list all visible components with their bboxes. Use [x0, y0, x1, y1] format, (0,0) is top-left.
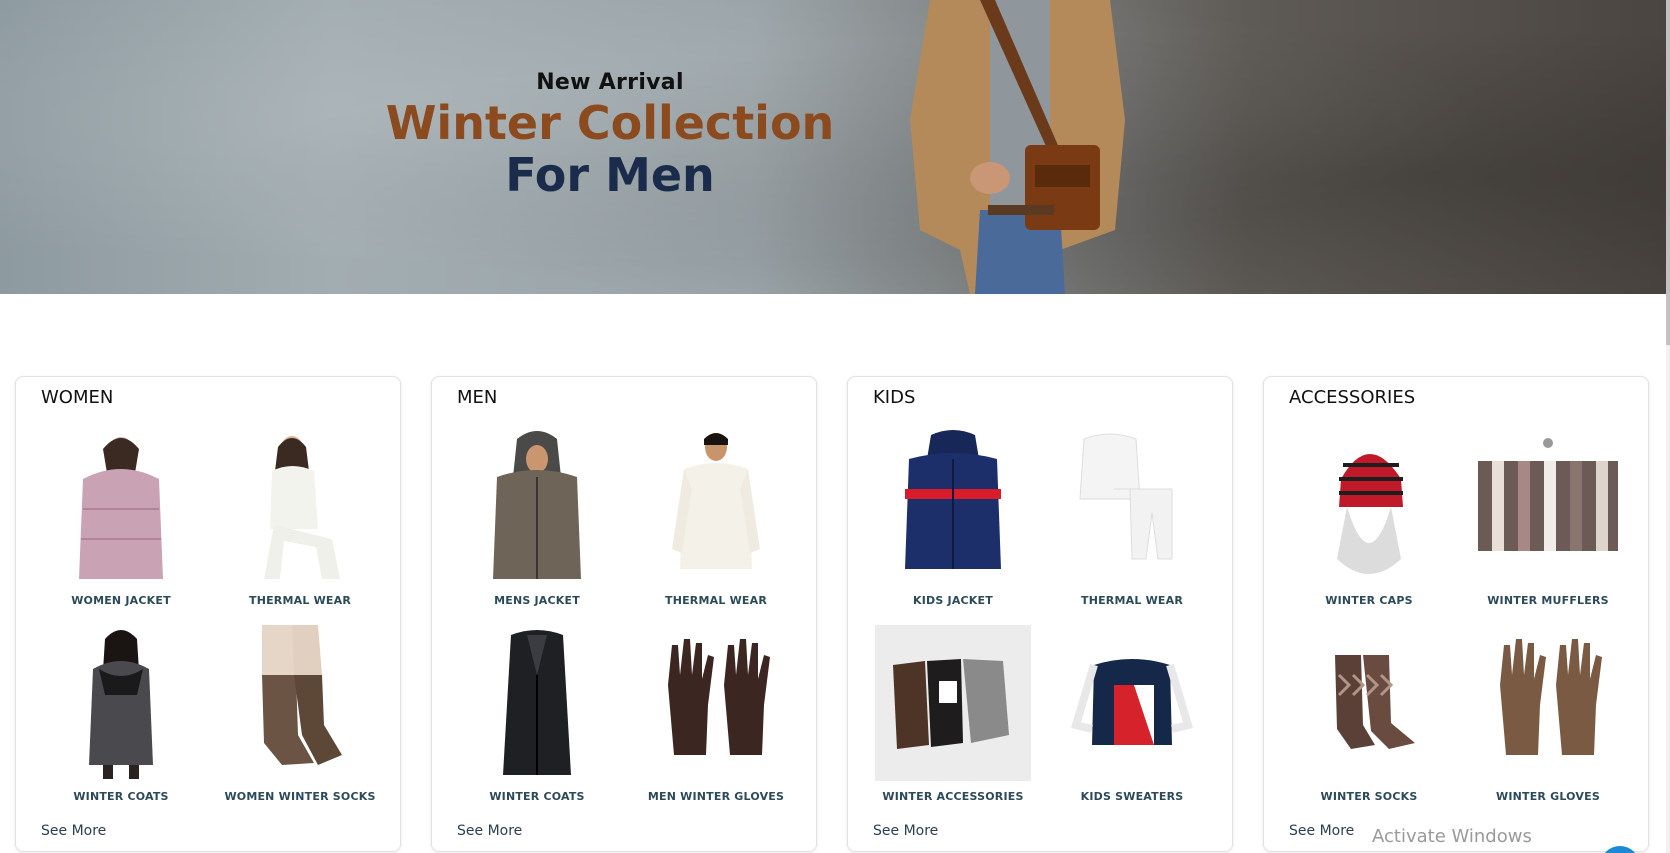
hero-title: Winter Collection: [385, 96, 835, 150]
scrollbar-thumb[interactable]: [1666, 0, 1670, 345]
see-more-link[interactable]: See More: [873, 823, 938, 839]
category-item-winter-mufflers[interactable]: WINTER MUFFLERS: [1463, 429, 1633, 607]
item-label: WINTER ACCESSORIES: [882, 790, 1024, 803]
item-label: WINTER CAPS: [1325, 594, 1413, 607]
item-label: WOMEN JACKET: [71, 594, 171, 607]
gloves-image: [668, 639, 770, 755]
category-item-men-winter-gloves[interactable]: MEN WINTER GLOVES: [631, 625, 801, 803]
hero-text: New Arrival Winter Collection For Men: [380, 70, 840, 201]
category-item-winter-coats[interactable]: WINTER COATS: [36, 625, 206, 803]
kids-jacket-image: [905, 430, 1001, 569]
card-women: WOMEN WOMEN JACKET THERMAL WEAR WINTER C…: [15, 376, 401, 852]
card-title: WOMEN: [41, 387, 114, 408]
socks-image: [1335, 655, 1415, 749]
card-title: MEN: [457, 387, 498, 408]
hero-title-line3: For Men: [505, 148, 715, 202]
activate-windows-watermark: Activate Windows: [1372, 826, 1532, 847]
winter-accessories-image: [875, 625, 1031, 781]
socks-image: [262, 625, 342, 765]
category-item-winter-socks[interactable]: WINTER SOCKS: [1284, 625, 1454, 803]
category-item-kids-sweaters[interactable]: KIDS SWEATERS: [1047, 625, 1217, 803]
sweater-image: [1070, 659, 1194, 745]
item-label: KIDS JACKET: [913, 594, 993, 607]
mens-jacket-image: [493, 431, 581, 579]
item-label: MENS JACKET: [494, 594, 580, 607]
category-item-women-jacket[interactable]: WOMEN JACKET: [36, 429, 206, 607]
category-item-kids-jacket[interactable]: KIDS JACKET: [868, 429, 1038, 607]
winter-coat-image: [89, 630, 153, 779]
model-image: [910, 0, 1125, 294]
category-item-thermal-wear[interactable]: THERMAL WEAR: [631, 429, 801, 607]
item-label: KIDS SWEATERS: [1080, 790, 1184, 803]
category-item-thermal-wear[interactable]: THERMAL WEAR: [1047, 429, 1217, 607]
item-label: WOMEN WINTER SOCKS: [224, 790, 376, 803]
gloves-image: [1500, 639, 1602, 755]
item-label: THERMAL WEAR: [1080, 594, 1184, 607]
category-item-winter-gloves[interactable]: WINTER GLOVES: [1463, 625, 1633, 803]
hero-subtitle: New Arrival: [536, 70, 684, 95]
category-item-winter-caps[interactable]: WINTER CAPS: [1284, 429, 1454, 607]
see-more-link[interactable]: See More: [41, 823, 106, 839]
category-item-winter-accessories[interactable]: WINTER ACCESSORIES: [868, 625, 1038, 803]
item-label: WINTER GLOVES: [1495, 790, 1600, 803]
item-label: MEN WINTER GLOVES: [647, 790, 785, 803]
card-kids: KIDS KIDS JACKET THERMAL WEAR WINTER ACC…: [847, 376, 1233, 852]
category-item-mens-jacket[interactable]: MENS JACKET: [452, 429, 622, 607]
winter-coat-image: [503, 630, 571, 775]
item-label: WINTER COATS: [489, 790, 585, 803]
card-title: KIDS: [873, 387, 916, 408]
item-label: THERMAL WEAR: [248, 594, 352, 607]
card-accessories: ACCESSORIES WINTER CAPS WINTER MUFFLERS: [1263, 376, 1649, 852]
category-item-women-winter-socks[interactable]: WOMEN WINTER SOCKS: [215, 625, 385, 803]
thermal-wear-image: [264, 436, 340, 579]
hero-banner[interactable]: New Arrival Winter Collection For Men: [0, 0, 1666, 294]
thermal-wear-image: [1079, 433, 1173, 560]
women-jacket-image: [79, 437, 163, 579]
see-more-link[interactable]: See More: [1289, 823, 1354, 839]
category-cards: WOMEN WOMEN JACKET THERMAL WEAR WINTER C…: [15, 376, 1650, 852]
item-label: THERMAL WEAR: [664, 594, 768, 607]
item-label: WINTER MUFFLERS: [1487, 594, 1609, 607]
cap-image: [1337, 454, 1403, 574]
category-item-winter-coats[interactable]: WINTER COATS: [452, 625, 622, 803]
thermal-wear-image: [672, 433, 760, 569]
item-label: WINTER COATS: [73, 790, 169, 803]
category-item-thermal-wear[interactable]: THERMAL WEAR: [215, 429, 385, 607]
card-title: ACCESSORIES: [1289, 387, 1416, 408]
see-more-link[interactable]: See More: [457, 823, 522, 839]
card-men: MEN MENS JACKET THERMAL WEAR WINTER COAT…: [431, 376, 817, 852]
item-label: WINTER SOCKS: [1320, 790, 1418, 803]
mufflers-image: [1478, 438, 1618, 551]
